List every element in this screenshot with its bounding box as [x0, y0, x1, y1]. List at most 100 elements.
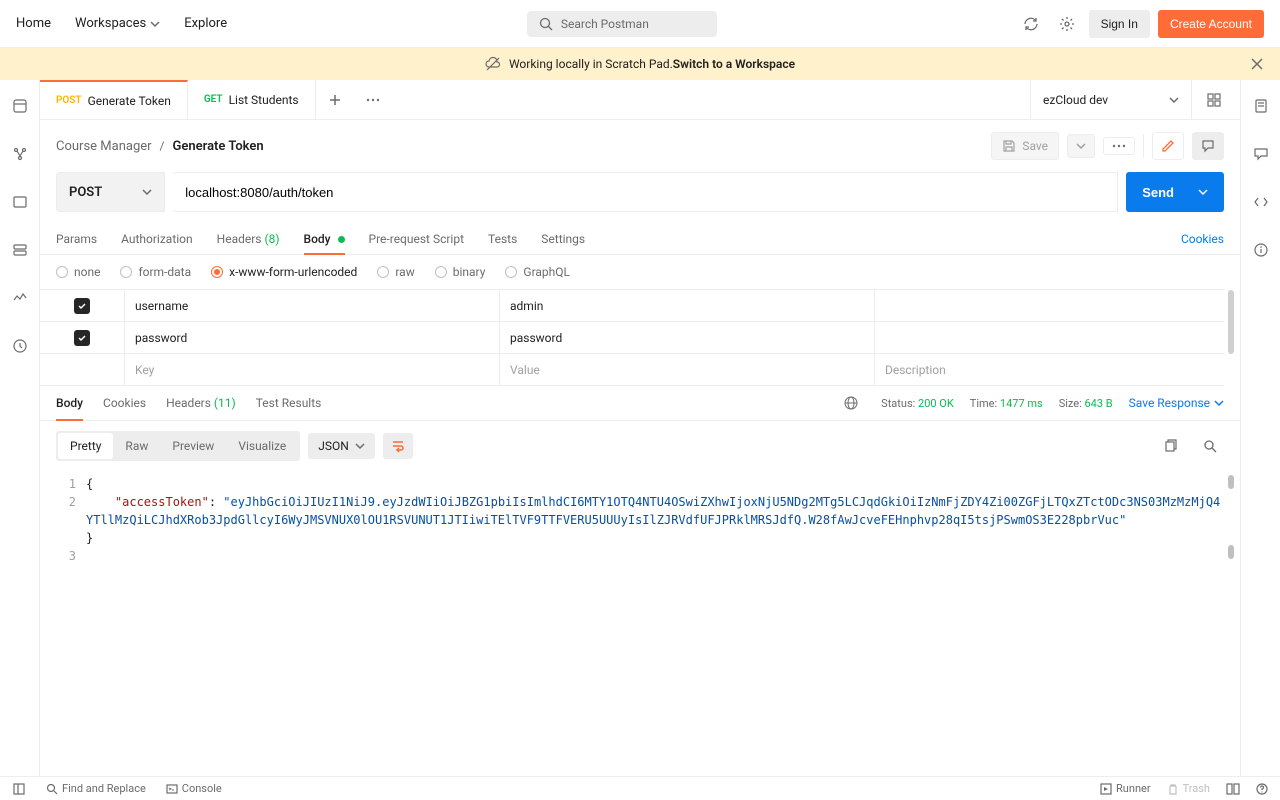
table-row: password password [40, 322, 1224, 354]
value-cell[interactable]: password [499, 322, 874, 353]
radio-formdata[interactable]: form-data [120, 265, 191, 279]
tab-generate-token[interactable]: POST Generate Token [40, 80, 188, 119]
close-icon[interactable] [1250, 57, 1264, 71]
request-more-button[interactable] [1103, 137, 1135, 155]
history-icon[interactable] [6, 332, 34, 360]
value-cell[interactable]: Value [499, 354, 874, 385]
desc-cell[interactable]: Description [874, 354, 1224, 385]
nav-explore[interactable]: Explore [184, 16, 227, 31]
scrollbar[interactable] [1228, 290, 1234, 354]
tab-body[interactable]: Body [304, 224, 345, 254]
view-visualize[interactable]: Visualize [226, 433, 298, 459]
mock-servers-icon[interactable] [6, 236, 34, 264]
resp-tab-body[interactable]: Body [56, 386, 83, 420]
find-replace-button[interactable]: Find and Replace [46, 782, 146, 795]
save-icon [1002, 139, 1016, 153]
table-row: username admin [40, 290, 1224, 322]
edit-button[interactable] [1152, 132, 1184, 160]
view-raw[interactable]: Raw [113, 433, 160, 459]
response-body-viewer[interactable]: 1 2 3 { "accessToken": "eyJhbGciOiJIUzI1… [40, 471, 1240, 569]
tab-headers[interactable]: Headers (8) [217, 224, 280, 254]
trash-button[interactable]: Trash [1167, 782, 1210, 795]
save-button[interactable]: Save [991, 132, 1059, 160]
info-icon[interactable] [1247, 236, 1275, 264]
nav-workspaces[interactable]: Workspaces [75, 16, 160, 31]
environments-icon[interactable] [6, 188, 34, 216]
tab-prerequest[interactable]: Pre-request Script [369, 224, 464, 254]
signin-button[interactable]: Sign In [1089, 10, 1150, 38]
trash-label: Trash [1183, 782, 1210, 795]
status-value: 200 OK [918, 397, 954, 410]
environment-selector[interactable]: ezCloud dev [1030, 80, 1240, 119]
scrollbar[interactable] [1228, 475, 1234, 489]
resp-tab-test-results[interactable]: Test Results [256, 386, 322, 420]
switch-workspace-link[interactable]: Switch to a Workspace [673, 57, 795, 71]
language-select[interactable]: JSON [308, 433, 375, 459]
search-response-icon[interactable] [1196, 432, 1224, 460]
monitors-icon[interactable] [6, 284, 34, 312]
value-cell[interactable]: admin [499, 290, 874, 321]
http-method-select[interactable]: POST [56, 172, 165, 212]
comments-icon[interactable] [1247, 140, 1275, 168]
wrap-lines-button[interactable] [383, 433, 413, 459]
chevron-down-icon [1214, 398, 1224, 408]
radio-label: binary [453, 265, 486, 279]
environment-quick-look-icon[interactable] [1200, 86, 1228, 114]
radio-urlencoded[interactable]: x-www-form-urlencoded [211, 265, 357, 279]
create-account-button[interactable]: Create Account [1158, 10, 1264, 38]
tab-authorization[interactable]: Authorization [121, 224, 193, 254]
comments-button[interactable] [1192, 132, 1224, 160]
resp-tab-headers[interactable]: Headers (11) [166, 386, 236, 420]
trash-icon [1167, 783, 1179, 795]
network-icon[interactable] [837, 389, 865, 417]
send-label: Send [1142, 185, 1174, 200]
save-dropdown[interactable] [1067, 134, 1095, 158]
tabs-more-button[interactable] [354, 98, 392, 102]
documentation-icon[interactable] [1247, 92, 1275, 120]
url-input[interactable] [173, 172, 1118, 212]
send-button[interactable]: Send [1126, 172, 1224, 212]
key-cell[interactable]: Key [124, 354, 499, 385]
console-button[interactable]: Console [166, 782, 222, 795]
key-cell[interactable]: password [124, 322, 499, 353]
radio-none[interactable]: none [56, 265, 100, 279]
scratch-pad-banner: Working locally in Scratch Pad. Switch t… [0, 48, 1280, 80]
nav-home[interactable]: Home [16, 16, 51, 31]
desc-cell[interactable] [874, 290, 1224, 321]
key-cell[interactable]: username [124, 290, 499, 321]
save-response-button[interactable]: Save Response [1129, 396, 1224, 410]
scrollbar[interactable] [1228, 545, 1234, 559]
radio-graphql[interactable]: GraphQL [505, 265, 570, 279]
tab-settings[interactable]: Settings [541, 224, 585, 254]
copy-icon[interactable] [1156, 432, 1184, 460]
body-params-table: username admin password password Key Val… [40, 289, 1224, 386]
search-input[interactable]: Search Postman [527, 11, 717, 37]
radio-binary[interactable]: binary [435, 265, 486, 279]
tab-label: Generate Token [88, 94, 171, 108]
new-tab-button[interactable] [316, 93, 354, 107]
row-checkbox[interactable] [74, 298, 90, 314]
radio-raw[interactable]: raw [377, 265, 414, 279]
resp-headers-count: (11) [214, 396, 236, 410]
radio-label: none [74, 265, 100, 279]
resp-tab-cookies[interactable]: Cookies [103, 386, 146, 420]
code-icon[interactable] [1247, 188, 1275, 216]
cookies-link[interactable]: Cookies [1181, 224, 1224, 254]
two-pane-icon[interactable] [1226, 783, 1240, 795]
row-checkbox[interactable] [74, 330, 90, 346]
help-icon[interactable] [1256, 783, 1268, 795]
sidebar-toggle-icon[interactable] [12, 782, 26, 796]
tab-list-students[interactable]: GET List Students [188, 80, 316, 119]
tab-params[interactable]: Params [56, 224, 97, 254]
view-pretty[interactable]: Pretty [58, 433, 113, 459]
sync-icon[interactable] [1017, 10, 1045, 38]
settings-icon[interactable] [1053, 10, 1081, 38]
desc-cell[interactable] [874, 322, 1224, 353]
apis-icon[interactable] [6, 140, 34, 168]
runner-button[interactable]: Runner [1100, 782, 1151, 795]
tab-tests[interactable]: Tests [488, 224, 517, 254]
breadcrumb-collection[interactable]: Course Manager [56, 139, 152, 154]
time-label: Time: [970, 397, 997, 410]
collections-icon[interactable] [6, 92, 34, 120]
view-preview[interactable]: Preview [160, 433, 226, 459]
